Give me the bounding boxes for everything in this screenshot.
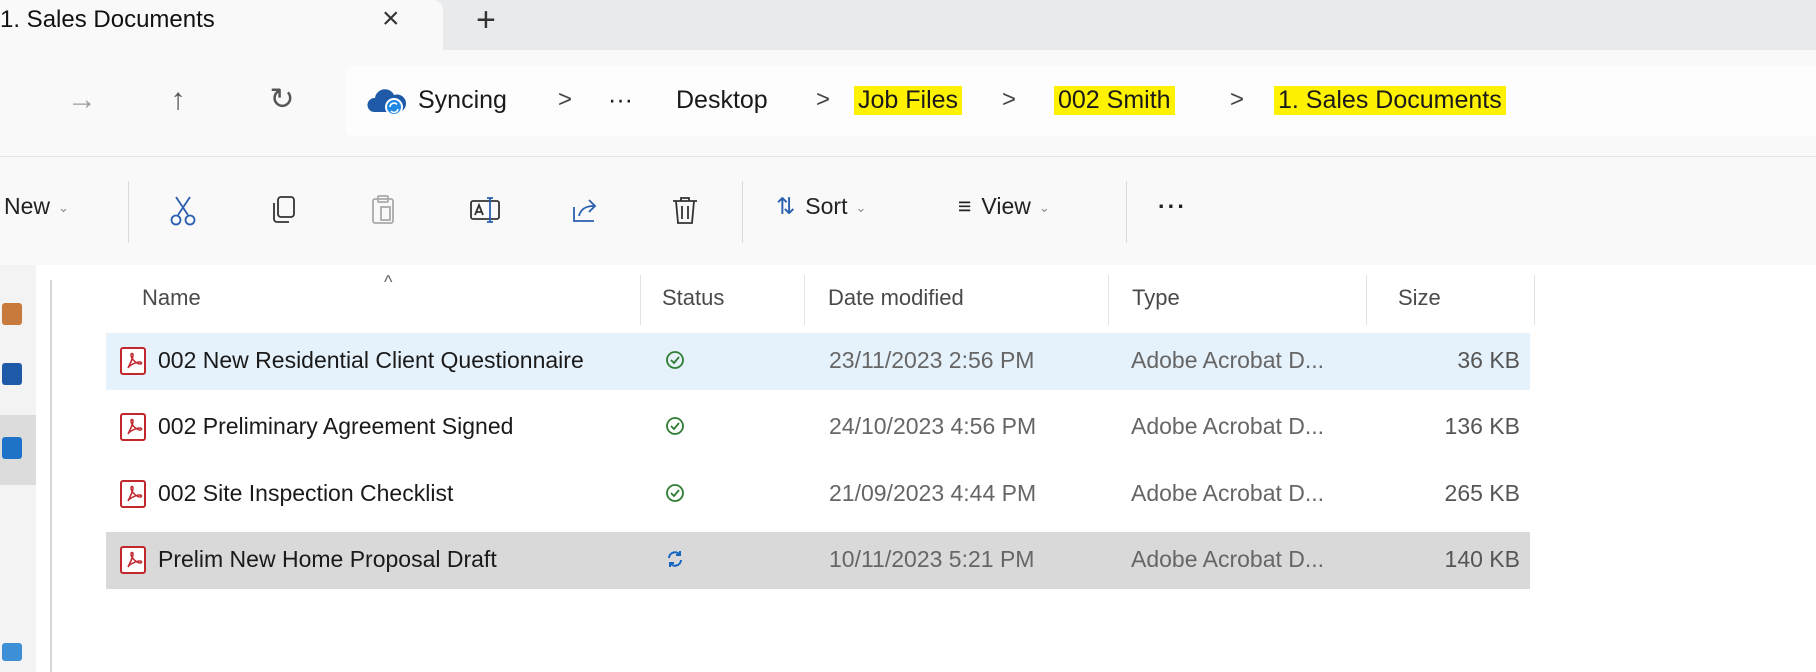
address-bar[interactable]: Syncing > ··· Desktop > Job Files > 002 … bbox=[346, 66, 1816, 136]
copy-icon[interactable] bbox=[266, 193, 300, 227]
file-row[interactable]: 002 New Residential Client Questionnaire… bbox=[106, 333, 1530, 390]
breadcrumb-separator[interactable]: > bbox=[1230, 86, 1244, 114]
breadcrumb-job-files[interactable]: Job Files bbox=[854, 86, 963, 115]
file-name: 002 New Residential Client Questionnaire bbox=[158, 347, 584, 373]
sort-button[interactable]: ⇅ Sort ⌄ bbox=[776, 193, 866, 220]
file-type: Adobe Acrobat D... bbox=[1131, 480, 1325, 506]
command-bar: New ⌄ ⇅ Sort ⌄ ≡ View ⌄ ··· bbox=[0, 157, 1816, 265]
file-type: Adobe Acrobat D... bbox=[1131, 347, 1325, 373]
file-type: Adobe Acrobat D... bbox=[1131, 546, 1325, 572]
chevron-down-icon: ⌄ bbox=[855, 199, 867, 215]
file-name: 002 Preliminary Agreement Signed bbox=[158, 413, 514, 439]
new-button[interactable]: New ⌄ bbox=[4, 193, 69, 220]
breadcrumb-syncing[interactable]: Syncing bbox=[418, 86, 507, 115]
column-header-name[interactable]: Name bbox=[142, 285, 201, 311]
synced-check-icon bbox=[666, 484, 684, 502]
chevron-down-icon: ⌄ bbox=[1038, 199, 1050, 215]
cut-icon[interactable] bbox=[166, 193, 200, 227]
address-row: → ↑ ↻ Syncing > ··· Desktop > Job Files … bbox=[0, 50, 1816, 157]
file-date-modified: 21/09/2023 4:44 PM bbox=[829, 480, 1037, 506]
up-button[interactable]: ↑ bbox=[158, 78, 198, 122]
file-size: 136 KB bbox=[1444, 413, 1520, 439]
pdf-file-icon bbox=[120, 480, 146, 508]
column-divider[interactable] bbox=[1534, 275, 1535, 325]
navigation-pane bbox=[0, 265, 36, 672]
view-button[interactable]: ≡ View ⌄ bbox=[958, 193, 1050, 220]
divider bbox=[1126, 181, 1127, 243]
tab-strip: 1. Sales Documents × + bbox=[0, 0, 1816, 50]
tab-sales-documents[interactable]: 1. Sales Documents × bbox=[0, 0, 443, 50]
breadcrumb-desktop[interactable]: Desktop bbox=[676, 86, 768, 115]
column-divider[interactable] bbox=[1108, 275, 1109, 325]
column-divider[interactable] bbox=[804, 275, 805, 325]
refresh-button[interactable]: ↻ bbox=[262, 78, 302, 122]
more-options-button[interactable]: ··· bbox=[1158, 193, 1187, 220]
file-name: Prelim New Home Proposal Draft bbox=[158, 546, 497, 572]
pdf-file-icon bbox=[120, 347, 146, 375]
file-date-modified: 10/11/2023 5:21 PM bbox=[829, 546, 1035, 572]
tab-title: 1. Sales Documents bbox=[0, 6, 215, 33]
pdf-file-icon bbox=[120, 546, 146, 574]
file-date-modified: 23/11/2023 2:56 PM bbox=[829, 347, 1035, 373]
file-type: Adobe Acrobat D... bbox=[1131, 413, 1325, 439]
file-row[interactable]: 002 Site Inspection Checklist 21/09/2023 … bbox=[106, 466, 1530, 523]
desktop-icon[interactable] bbox=[2, 643, 22, 661]
column-header-type[interactable]: Type bbox=[1132, 285, 1180, 311]
paste-icon[interactable] bbox=[366, 193, 400, 227]
file-size: 36 KB bbox=[1457, 347, 1520, 373]
chevron-down-icon: ⌄ bbox=[58, 199, 69, 215]
column-divider[interactable] bbox=[640, 275, 641, 325]
breadcrumb-sales-documents[interactable]: 1. Sales Documents bbox=[1274, 86, 1506, 115]
file-row[interactable]: Prelim New Home Proposal Draft 10/11/2023… bbox=[106, 532, 1530, 589]
sort-icon: ⇅ bbox=[776, 193, 796, 219]
divider bbox=[742, 181, 743, 243]
breadcrumb-separator[interactable]: > bbox=[558, 86, 572, 114]
pdf-file-icon bbox=[120, 413, 146, 441]
pane-splitter[interactable] bbox=[50, 280, 52, 672]
file-size: 140 KB bbox=[1444, 546, 1520, 572]
breadcrumb-separator[interactable]: > bbox=[1002, 86, 1016, 114]
gallery-icon[interactable] bbox=[2, 363, 22, 385]
column-divider[interactable] bbox=[1366, 275, 1367, 325]
delete-icon[interactable] bbox=[668, 193, 702, 227]
column-header-row: Name Status Date modified Type Size bbox=[104, 265, 1804, 331]
share-icon[interactable] bbox=[568, 193, 602, 227]
file-row[interactable]: 002 Preliminary Agreement Signed 24/10/20… bbox=[106, 399, 1530, 456]
view-label: View bbox=[981, 193, 1031, 219]
column-header-date[interactable]: Date modified bbox=[828, 285, 964, 311]
forward-button[interactable]: → bbox=[62, 78, 102, 122]
synced-check-icon bbox=[666, 351, 684, 369]
breadcrumb-002-smith[interactable]: 002 Smith bbox=[1054, 86, 1175, 115]
breadcrumb-overflow[interactable]: ··· bbox=[608, 86, 633, 115]
new-tab-button[interactable]: + bbox=[476, 0, 496, 40]
breadcrumb-separator[interactable]: > bbox=[816, 86, 830, 114]
file-date-modified: 24/10/2023 4:56 PM bbox=[829, 413, 1037, 439]
synced-check-icon bbox=[666, 417, 684, 435]
divider bbox=[128, 181, 129, 243]
file-size: 265 KB bbox=[1444, 480, 1520, 506]
column-header-status[interactable]: Status bbox=[662, 285, 724, 311]
close-tab-icon[interactable]: × bbox=[382, 2, 400, 36]
onedrive-syncing-icon bbox=[367, 89, 406, 116]
sort-label: Sort bbox=[805, 193, 848, 219]
file-name: 002 Site Inspection Checklist bbox=[158, 480, 454, 506]
onedrive-icon[interactable] bbox=[2, 437, 22, 459]
rename-icon[interactable] bbox=[468, 193, 502, 227]
new-label: New bbox=[4, 193, 51, 219]
column-header-size[interactable]: Size bbox=[1398, 285, 1441, 311]
home-icon[interactable] bbox=[2, 303, 22, 325]
view-icon: ≡ bbox=[958, 193, 972, 219]
syncing-icon bbox=[668, 551, 682, 567]
